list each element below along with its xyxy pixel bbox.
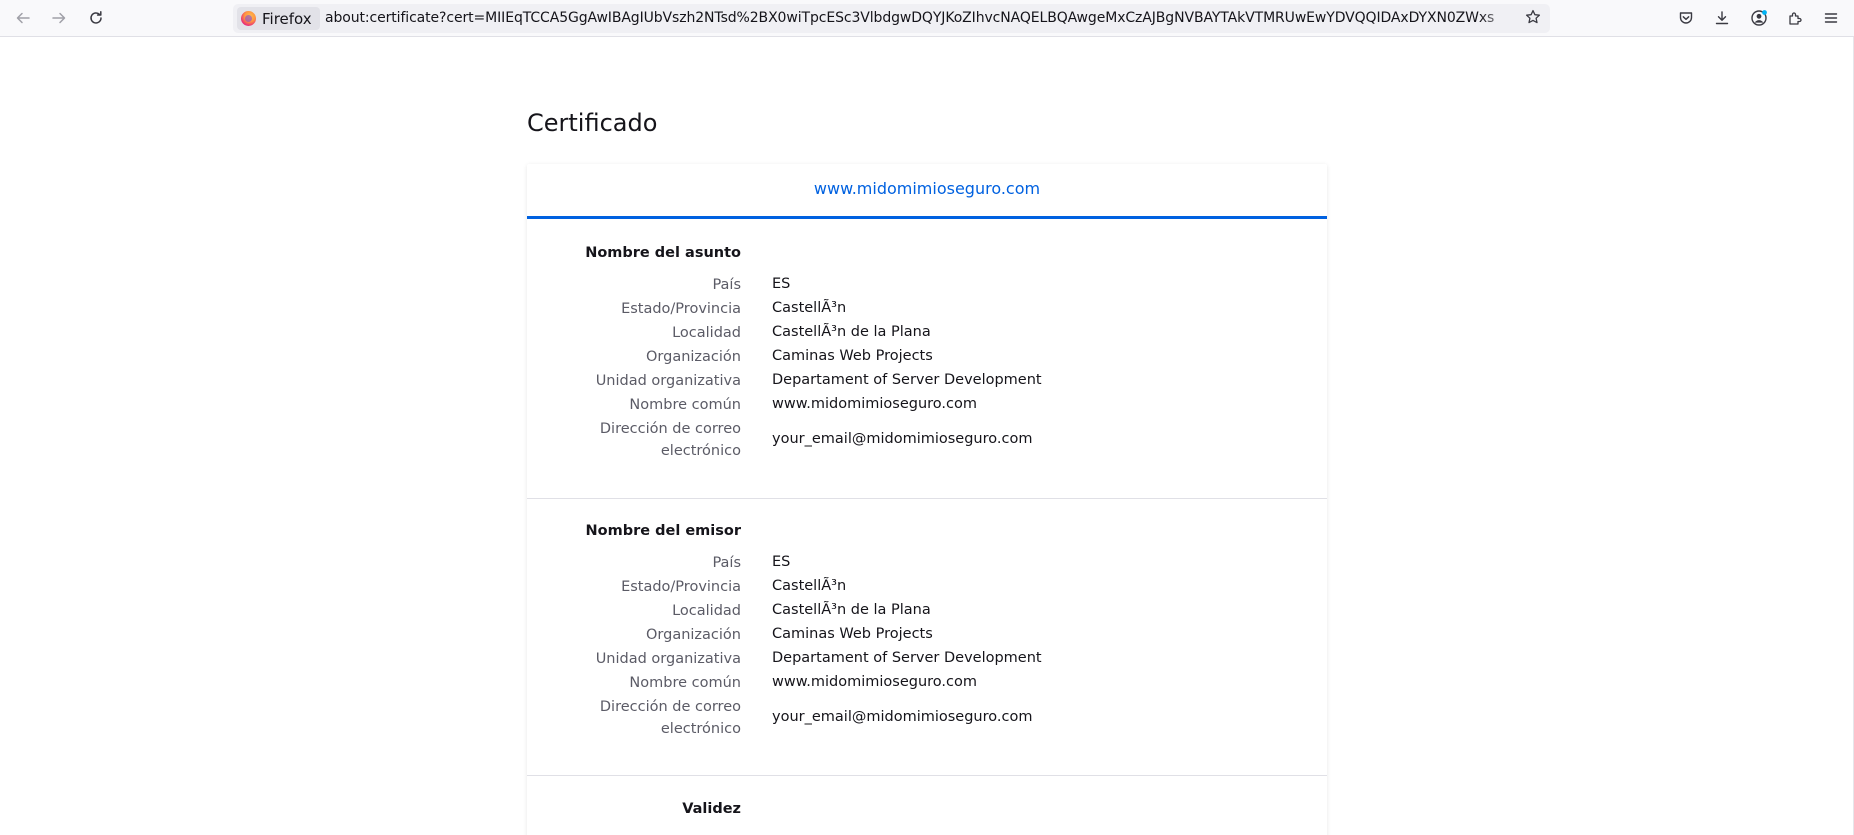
field-value: Caminas Web Projects (772, 626, 933, 642)
section-title: Validez (682, 801, 741, 817)
url-input[interactable]: about:certificate?cert=MIIEqTCCA5GgAwIBA… (325, 10, 1515, 26)
field-value: CastellÃ³n de la Plana (772, 324, 931, 340)
info-row: País ES (527, 274, 1327, 294)
field-value: ES (772, 554, 791, 570)
firefox-logo-icon (241, 11, 256, 26)
field-value: Caminas Web Projects (772, 348, 933, 364)
field-label: Unidad organizativa (595, 651, 741, 667)
bookmark-button[interactable] (1522, 8, 1544, 30)
info-row: Localidad CastellÃ³n de la Plana (527, 322, 1327, 342)
info-row: Dirección de correo electrónico your_ema… (527, 418, 1327, 462)
certificate-card: www.midomimioseguro.com Nombre del asunt… (527, 164, 1327, 835)
app-menu-button[interactable] (1818, 5, 1844, 31)
field-label: País (712, 555, 741, 571)
field-value: www.midomimioseguro.com (772, 396, 977, 412)
field-value: ES (772, 276, 791, 292)
section-title: Nombre del emisor (585, 523, 741, 539)
field-value: your_email@midomimioseguro.com (772, 709, 1033, 725)
field-label: Unidad organizativa (595, 373, 741, 389)
field-value: your_email@midomimioseguro.com (772, 431, 1033, 447)
pocket-button[interactable] (1673, 5, 1699, 31)
field-value: CastellÃ³n (772, 578, 847, 594)
info-row: Unidad organizativa Departament of Serve… (527, 370, 1327, 390)
forward-arrow-icon (51, 10, 67, 26)
pocket-icon (1678, 10, 1694, 26)
field-value: Departament of Server Development (772, 372, 1042, 388)
info-row: Nombre común www.midomimioseguro.com (527, 394, 1327, 414)
account-icon (1750, 9, 1768, 27)
field-label: Nombre común (629, 397, 741, 413)
bookmark-star-icon (1525, 9, 1541, 29)
field-value: CastellÃ³n de la Plana (772, 602, 931, 618)
extensions-icon (1787, 10, 1803, 26)
identity-label: Firefox (262, 9, 312, 28)
info-row: Unidad organizativa Departament of Serve… (527, 648, 1327, 668)
field-label: País (712, 277, 741, 293)
field-value: www.midomimioseguro.com (772, 674, 977, 690)
info-row: País ES (527, 552, 1327, 572)
forward-button[interactable] (46, 5, 72, 31)
section-title: Nombre del asunto (585, 245, 741, 261)
page-title: Certificado (527, 109, 658, 137)
info-row: Localidad CastellÃ³n de la Plana (527, 600, 1327, 620)
url-bar[interactable]: Firefox about:certificate?cert=MIIEqTCCA… (233, 4, 1550, 33)
back-arrow-icon (15, 10, 31, 26)
info-row: Nombre común www.midomimioseguro.com (527, 672, 1327, 692)
info-row: Organización Caminas Web Projects (527, 624, 1327, 644)
extensions-button[interactable] (1782, 5, 1808, 31)
reload-button[interactable] (83, 5, 109, 31)
certificate-page: Certificado www.midomimioseguro.com Nomb… (0, 37, 1854, 835)
field-label: Dirección de correo electrónico (599, 421, 741, 459)
downloads-button[interactable] (1709, 5, 1735, 31)
field-label: Localidad (672, 603, 741, 619)
browser-toolbar: Firefox about:certificate?cert=MIIEqTCCA… (0, 0, 1854, 37)
menu-icon (1823, 10, 1839, 26)
field-label: Organización (646, 627, 741, 643)
field-value: CastellÃ³n (772, 300, 847, 316)
reload-icon (88, 10, 104, 26)
back-button[interactable] (10, 5, 36, 31)
validity-section: Validez (527, 775, 1327, 835)
field-label: Localidad (672, 325, 741, 341)
issuer-section: Nombre del emisor País ES Estado/Provinc… (527, 498, 1327, 776)
downloads-icon (1714, 10, 1730, 26)
subject-section: Nombre del asunto País ES Estado/Provinc… (527, 219, 1327, 499)
field-label: Nombre común (629, 675, 741, 691)
field-label: Estado/Provincia (621, 579, 741, 595)
field-label: Estado/Provincia (621, 301, 741, 317)
info-row: Estado/Provincia CastellÃ³n (527, 576, 1327, 596)
site-identity-box[interactable]: Firefox (237, 7, 320, 30)
account-button[interactable] (1746, 5, 1772, 31)
certificate-tab-strip: www.midomimioseguro.com (527, 164, 1327, 219)
info-row: Organización Caminas Web Projects (527, 346, 1327, 366)
tab-certificate[interactable]: www.midomimioseguro.com (527, 179, 1327, 198)
field-value: Departament of Server Development (772, 650, 1042, 666)
info-row: Dirección de correo electrónico your_ema… (527, 696, 1327, 740)
field-label: Organización (646, 349, 741, 365)
field-label: Dirección de correo electrónico (599, 699, 741, 737)
info-row: Estado/Provincia CastellÃ³n (527, 298, 1327, 318)
